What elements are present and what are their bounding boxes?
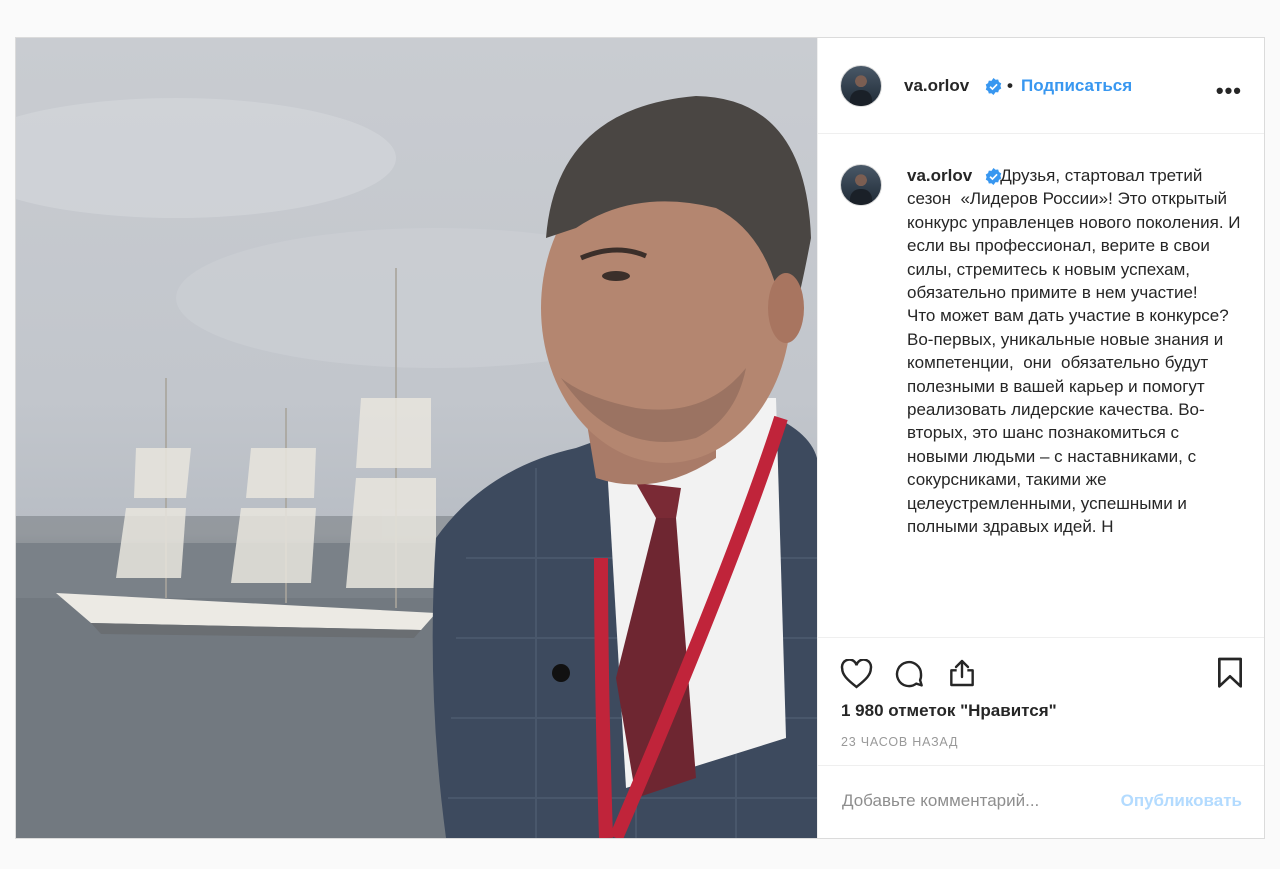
verified-badge-icon xyxy=(985,78,1002,95)
comment-box: Опубликовать xyxy=(818,765,1264,838)
publish-button[interactable]: Опубликовать xyxy=(1121,791,1242,811)
action-bar xyxy=(818,638,1264,708)
post-header: va.orlov • Подписаться ••• xyxy=(818,38,1264,134)
caption-section: va.orlov Друзья, стартовал третий сезон «… xyxy=(818,134,1264,638)
avatar[interactable] xyxy=(840,65,882,107)
caption-text: va.orlov Друзья, стартовал третий сезон «… xyxy=(907,164,1242,539)
separator-dot: • xyxy=(1007,76,1013,95)
post-sidebar: va.orlov • Подписаться ••• va.orlov Друзь… xyxy=(817,38,1264,838)
comment-input[interactable] xyxy=(840,790,1114,812)
comment-bubble-icon[interactable] xyxy=(893,658,925,690)
more-options-icon[interactable]: ••• xyxy=(1216,78,1242,104)
heart-icon[interactable] xyxy=(840,659,873,689)
bookmark-icon[interactable] xyxy=(1216,657,1244,689)
author-username[interactable]: va.orlov xyxy=(904,76,969,96)
share-icon[interactable] xyxy=(946,656,978,690)
follow-button[interactable]: Подписаться xyxy=(1021,76,1132,96)
caption-avatar[interactable] xyxy=(840,164,882,206)
caption-body: Друзья, стартовал третий сезон «Лидеров … xyxy=(907,166,1241,537)
post-photo[interactable] xyxy=(16,38,817,838)
post-timestamp[interactable]: 23 ЧАСОВ НАЗАД xyxy=(841,735,958,749)
instagram-post: va.orlov • Подписаться ••• va.orlov Друзь… xyxy=(15,37,1265,839)
likes-count[interactable]: 1 980 отметок "Нравится" xyxy=(841,701,1057,721)
caption-username[interactable]: va.orlov xyxy=(907,166,972,185)
post-photo-illustration xyxy=(16,96,817,838)
